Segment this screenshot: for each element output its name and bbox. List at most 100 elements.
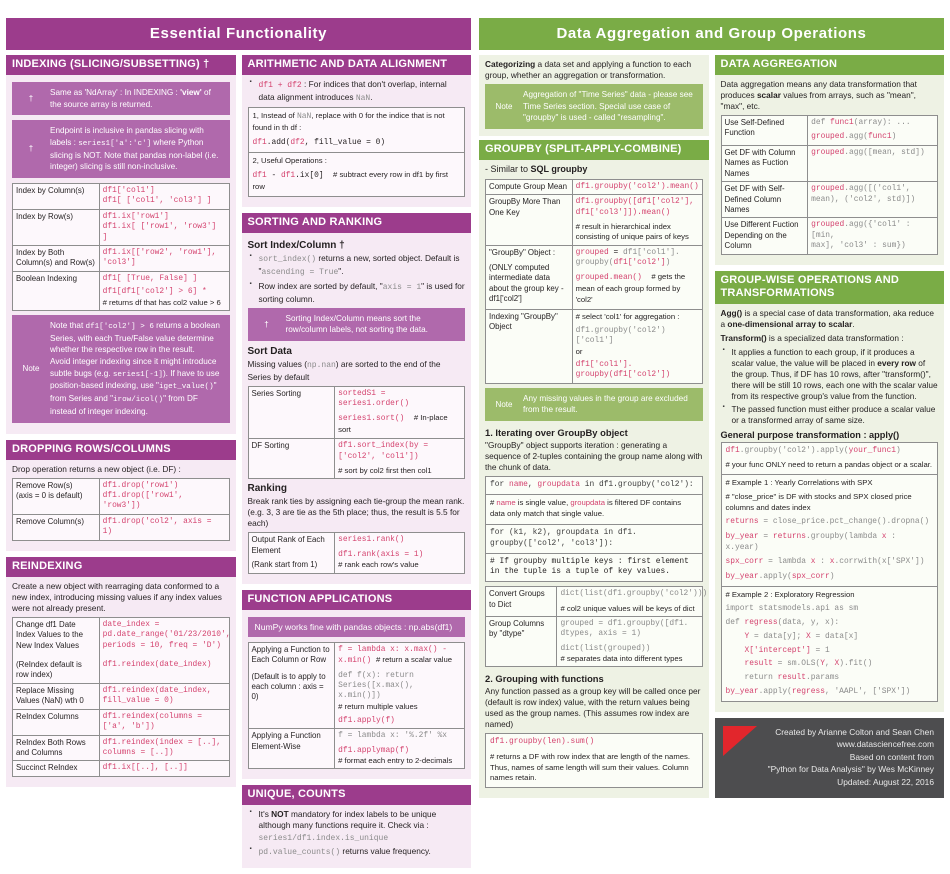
sorting-sub-data: Sort Data: [247, 345, 292, 357]
transform-bullets: It applies a function to each group, if …: [721, 346, 939, 427]
row-code: df1.reindex(index = [..], columns = [..]…: [98, 734, 230, 762]
row-code: df1.ix[[..], [..]]: [98, 760, 230, 777]
reindexing-table: Change df1 Date Index Values to the New …: [12, 616, 231, 777]
table-row: Applying a Function Element-Wise f = lam…: [247, 728, 465, 770]
apply-codeblocks: df1.groupby('col2').apply(your_func1) # …: [720, 441, 938, 702]
flag-icon: [722, 725, 767, 789]
code-line: series1.sort() # In-place sort: [338, 413, 448, 434]
arithmetic-codeblocks: 1, Instead of NaN, replace with 0 for th…: [247, 107, 465, 198]
note-text: Aggregation of "Time Series" data - plea…: [523, 90, 693, 123]
label-main: Output Rank of Each Element: [251, 535, 325, 555]
numpy-bar: NumPy works fine with pandas objects : n…: [247, 616, 465, 637]
table-row: Convert Groups to Dict dict(list(df1.gro…: [484, 586, 708, 617]
row-label: Get DF with Column Names as Fuction Name…: [720, 144, 809, 183]
row-label: Applying a Function Element-Wise: [247, 728, 336, 770]
code-line: dict(list(df1.groupby('col2'))): [560, 589, 708, 599]
table-row: Succinct ReIndex df1.ix[[..], [..]]: [12, 760, 230, 777]
footer-line: Created by Arianne Colton and Sean Chen: [775, 726, 934, 737]
code-line: df1.groupby('col2').apply(your_func1): [725, 445, 901, 455]
sorting-note: † Sorting Index/Column means sort the ro…: [247, 307, 465, 341]
left-column-2: ARITHMETIC AND DATA ALIGNMENT df1 + df2 …: [241, 55, 471, 874]
row-code: df1.sort_index(by = ['col2', 'col1']) # …: [334, 438, 465, 480]
iterating-intro: "GroupBy" object supports iteration : ge…: [485, 439, 703, 472]
table-row: Replace Missing Values (NaN) wth 0 df1.r…: [12, 682, 230, 710]
section-groupby-title: GROUPBY (SPLIT-APPLY-COMBINE): [479, 139, 709, 160]
sorting-sub-ranking: Ranking: [247, 483, 287, 495]
code-comment: # col2 unique values will be keys of dic…: [560, 603, 695, 613]
function-applications-table: Applying a Function to Each Column or Ro…: [247, 641, 465, 770]
note-paragraph: Avoid integer indexing since it might in…: [50, 356, 220, 416]
section-groupby: GROUPBY (SPLIT-APPLY-COMBINE) - Similar …: [479, 139, 709, 798]
right-columns: Categorizing a data set and applying a f…: [479, 55, 944, 804]
section-reindexing-title: REINDEXING: [6, 556, 236, 577]
unique-bullets: It's NOT mandatory for index labels to b…: [248, 808, 466, 859]
table-row: Get DF with Column Names as Fuction Name…: [720, 144, 938, 183]
label-main: Applying a Function to Each Column or Ro…: [251, 644, 330, 665]
note-text: Note that df1['col2'] > 6 returns a bool…: [50, 320, 224, 418]
section-arithmetic: ARITHMETIC AND DATA ALIGNMENT df1 + df2 …: [241, 55, 471, 208]
note-key: †: [264, 319, 269, 329]
row-code: grouped = df1.groupby([df1. dtypes, axis…: [556, 615, 703, 668]
code-line: return result.params: [725, 673, 840, 683]
code-line: Y = data[y]; X = data[x]: [744, 631, 859, 641]
table-row: Compute Group Mean df1.groupby('col2').m…: [485, 178, 703, 196]
row-label: Remove Column(s): [12, 513, 100, 541]
code-line: df1.apply(f): [338, 715, 395, 725]
code-comment: # result in hierarchical index consistin…: [575, 222, 689, 242]
section-sorting-title: SORTING AND RANKING: [241, 213, 471, 234]
row-code: df1[ [True, False] ] df1[df1['col2'] > 6…: [98, 270, 230, 311]
section-reindexing: REINDEXING Create a new object with rear…: [6, 556, 236, 787]
section-function-applications-title: FUNCTION APPLICATIONS: [241, 589, 471, 610]
row-code: grouped = df1['col1']. groupby(df1['col2'…: [571, 244, 703, 310]
bullet: pd.value_counts() returns value frequenc…: [250, 845, 466, 859]
ranking-intro: Break rank ties by assigning each tie-gr…: [247, 496, 465, 529]
code-comment: # sort by col2 first then col1: [338, 466, 432, 476]
section-indexing: INDEXING (SLICING/SUBSETTING) † † Same a…: [6, 55, 236, 434]
note-text: Sorting Index/Column means sort the row/…: [285, 313, 428, 335]
row-label: Output Rank of Each Element (Rank start …: [247, 532, 336, 574]
code-line: grouped = df1.groupby([df1. dtypes, axis…: [560, 618, 689, 639]
row-label: ReIndex Both Rows and Columns: [12, 734, 100, 762]
code-line: def f(x): return Series([x.max(), x.min(…: [338, 670, 414, 701]
row-label: Index by Both Column(s) and Row(s): [12, 245, 100, 272]
table-row: Get DF with Self-Defined Column Names gr…: [720, 181, 938, 219]
code-line: date_index = pd.date_range('01/23/2010',…: [102, 619, 231, 650]
note-key: Note: [495, 101, 513, 111]
dropping-table: Remove Row(s) (axis = 0 is default) df1.…: [12, 477, 230, 541]
table-row: Remove Column(s) df1.drop('col2', axis =…: [12, 513, 230, 541]
row-label: Get DF with Self-Defined Column Names: [720, 181, 809, 219]
code-mid: or: [575, 346, 583, 356]
arithmetic-bullets: df1 + df2 : For indices that don't overl…: [248, 78, 466, 104]
code-line: df1.groupby('col2')['col1']: [575, 325, 666, 346]
section-groupwise-title: GROUP-WISE OPERATIONS AND TRANSFORMATION…: [714, 270, 944, 304]
table-row: DF Sorting df1.sort_index(by = ['col2', …: [247, 438, 465, 480]
row-code: series1.rank() df1.rank(axis = 1) # rank…: [334, 532, 465, 574]
code-line: by_year.apply(spx_corr): [725, 572, 835, 582]
section-unique-counts: UNIQUE, COUNTS It's NOT mandatory for in…: [241, 785, 471, 868]
footer-website[interactable]: www.datasciencefree.com: [767, 738, 934, 751]
row-code: grouped.agg({'col1' : [min, max], 'col3'…: [807, 217, 938, 255]
code-block: # If groupby multiple keys : first eleme…: [486, 552, 702, 582]
note-key: Note: [495, 399, 513, 409]
row-label: Succinct ReIndex: [12, 760, 100, 777]
row-code: grouped.agg([('col1', mean), ('col2', st…: [807, 181, 938, 219]
row-label: Use Self-Defined Function: [720, 115, 809, 146]
footer-line: Updated: August 22, 2016: [837, 777, 934, 788]
left-column-1: INDEXING (SLICING/SUBSETTING) † † Same a…: [6, 55, 236, 874]
indexing-note-3: Note Note that df1['col2'] > 6 returns a…: [12, 314, 230, 423]
code-comment: # select 'col1' for aggregation :: [575, 311, 680, 321]
code-line: dict(list(grouped)): [560, 643, 651, 653]
label-main: "GroupBy" Object :: [489, 247, 556, 257]
note-text: Any missing values in the group are excl…: [523, 393, 688, 415]
row-label: Convert Groups to Dict: [484, 586, 558, 617]
note-key: Note: [22, 364, 40, 374]
code-line: df1['col1']. groupby(df1['col2']): [575, 359, 671, 380]
right-banner-title: Data Aggregation and Group Operations: [479, 18, 944, 50]
code-line: grouped.agg(func1): [811, 132, 897, 142]
left-columns: INDEXING (SLICING/SUBSETTING) † † Same a…: [6, 55, 471, 874]
table-row: ReIndex Both Rows and Columns df1.reinde…: [12, 734, 230, 762]
section-dropping-title: DROPPING ROWS/COLUMNS: [6, 439, 236, 460]
section-data-aggregation-title: DATA AGGREGATION: [714, 55, 944, 75]
code-comment: # separates data into different types: [560, 654, 683, 664]
label-sub: (ONLY computed intermediate data about t…: [489, 262, 564, 304]
